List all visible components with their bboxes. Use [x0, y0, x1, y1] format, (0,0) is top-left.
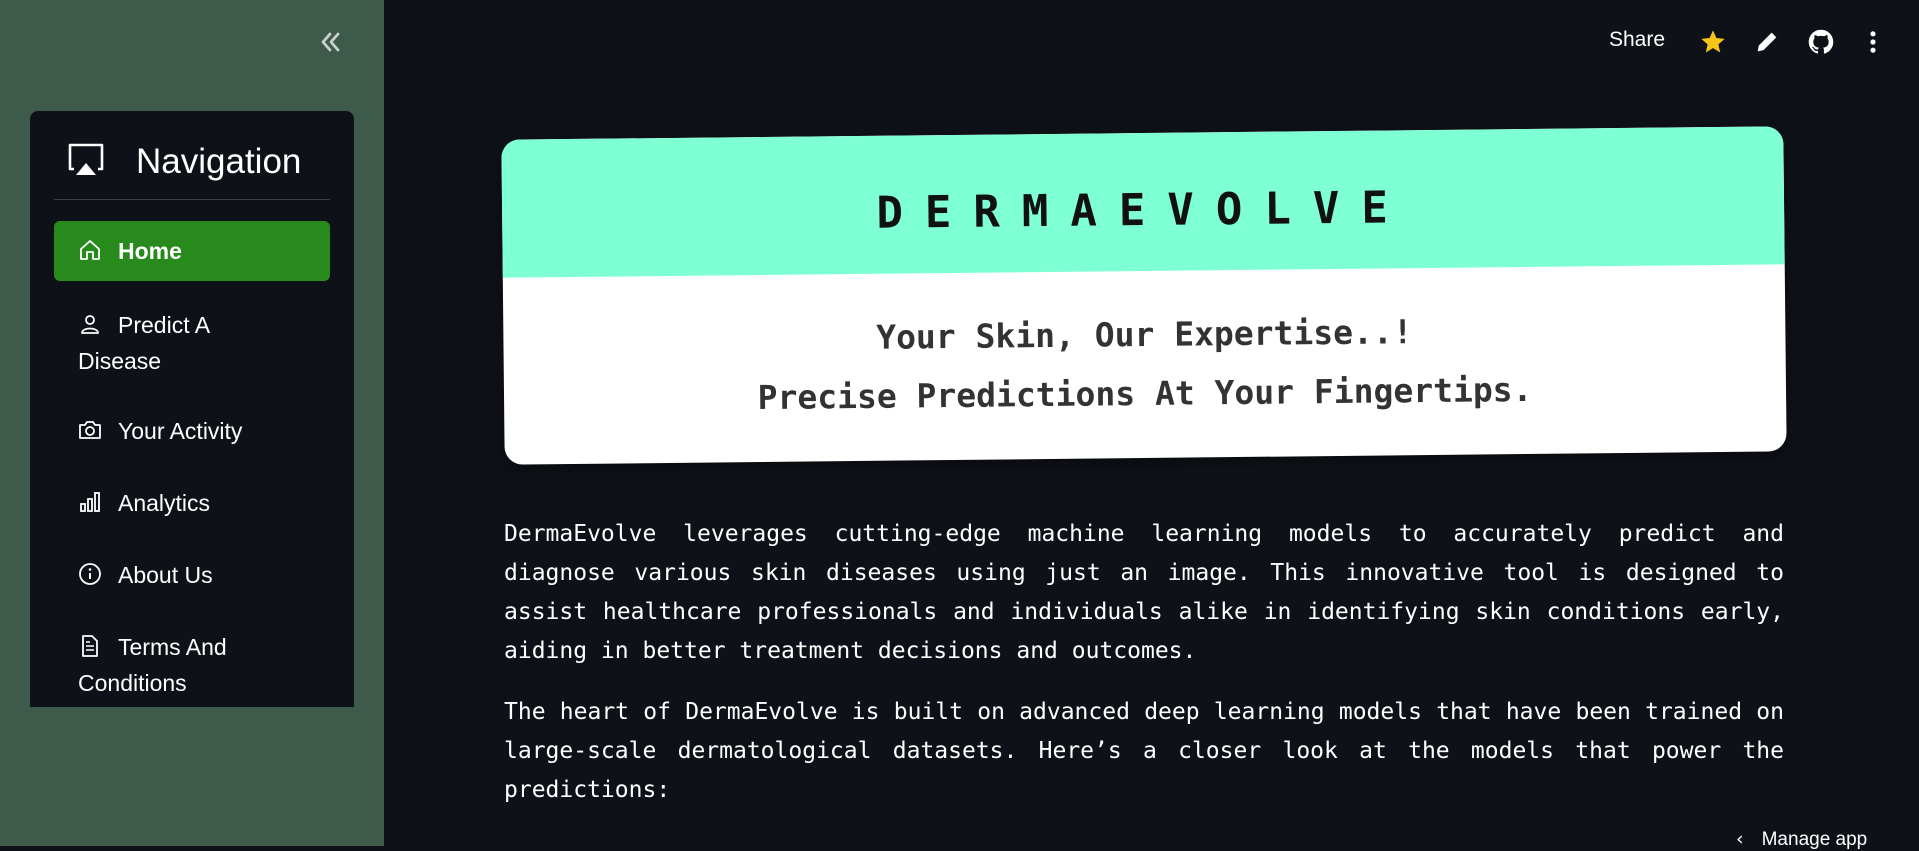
intro-paragraph: DermaEvolve leverages cutting-edge machi…	[504, 521, 1784, 664]
more-vertical-icon[interactable]	[1859, 28, 1887, 56]
pencil-icon[interactable]	[1753, 28, 1781, 56]
nav-item-label: Home	[118, 238, 182, 264]
nav-item-label: About Us	[118, 562, 213, 588]
hero-tagline: Your Skin, Our Expertise..!	[876, 312, 1413, 357]
navigation-header: Navigation	[54, 137, 330, 200]
nav-item-analytics[interactable]: Analytics	[54, 485, 330, 521]
user-icon	[81, 315, 99, 334]
models-paragraph: The heart of DermaEvolve is built on adv…	[504, 699, 1784, 803]
bar-chart-icon	[80, 492, 100, 512]
hero-subtagline: Precise Predictions At Your Fingertips.	[757, 369, 1533, 418]
share-button[interactable]: Share	[1609, 28, 1665, 52]
chevron-left-icon: ‹	[1736, 828, 1744, 850]
double-chevron-left-icon	[321, 32, 340, 52]
nav-item-terms-and-conditions[interactable]: Terms And Conditions	[54, 629, 294, 701]
navigation-menu: Navigation Home Predict A Disease Your A…	[30, 111, 354, 707]
nav-item-home[interactable]: Home	[54, 221, 330, 281]
collapse-sidebar-button[interactable]	[312, 24, 348, 60]
navigation-title: Navigation	[136, 142, 302, 181]
sidebar: Navigation Home Predict A Disease Your A…	[0, 0, 384, 846]
document-icon	[82, 635, 98, 657]
manage-app-button[interactable]: ‹ Manage app	[1736, 828, 1867, 851]
nav-item-predict-a-disease[interactable]: Predict A Disease	[54, 307, 284, 379]
hero-banner: DERMAEVOLVE Your Skin, Our Expertise..! …	[501, 126, 1787, 465]
airplay-icon	[68, 143, 104, 175]
nav-item-your-activity[interactable]: Your Activity	[54, 413, 330, 449]
nav-item-about-us[interactable]: About Us	[54, 557, 330, 593]
info-icon	[79, 563, 101, 585]
github-icon[interactable]	[1807, 28, 1835, 56]
nav-item-label: Analytics	[118, 490, 211, 516]
camera-icon	[79, 421, 101, 439]
star-icon[interactable]	[1699, 28, 1727, 56]
home-icon	[80, 240, 100, 260]
nav-item-label: Your Activity	[118, 418, 243, 444]
manage-app-label: Manage app	[1761, 829, 1868, 850]
